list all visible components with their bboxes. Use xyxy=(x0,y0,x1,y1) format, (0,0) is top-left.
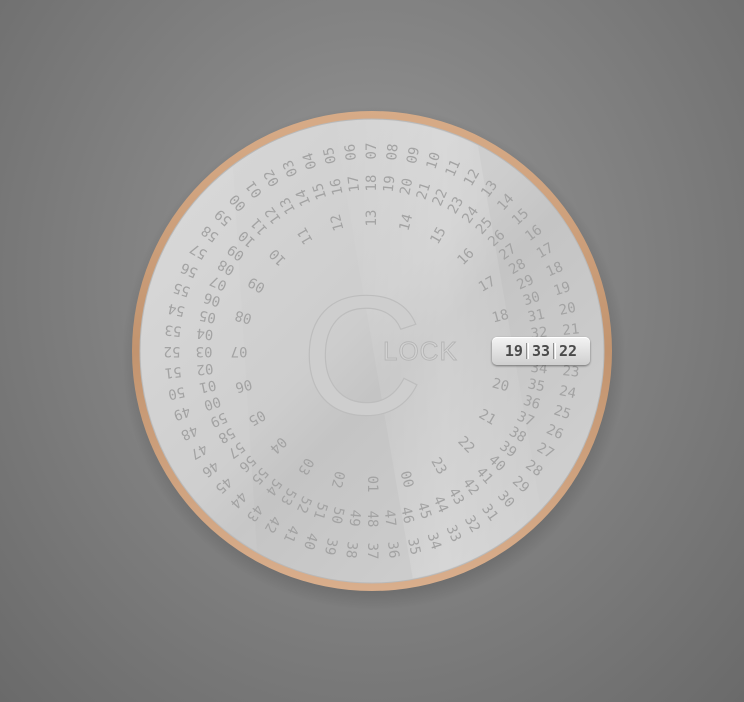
minute-label-16: 16 xyxy=(328,177,347,197)
minute-label-49: 49 xyxy=(346,509,364,527)
second-label-06: 06 xyxy=(342,143,360,161)
minute-label-17: 17 xyxy=(346,175,364,193)
minute-label-47: 47 xyxy=(381,509,399,527)
logo-word: LOCK xyxy=(383,336,458,366)
second-label-37: 37 xyxy=(364,543,380,560)
minute-label-35: 35 xyxy=(526,376,546,395)
minute-label-48: 48 xyxy=(364,511,380,528)
minute-label-50: 50 xyxy=(328,505,347,525)
readout-divider xyxy=(525,343,529,359)
second-label-23: 23 xyxy=(562,363,580,381)
second-label-39: 39 xyxy=(321,537,340,557)
second-label-05: 05 xyxy=(321,145,340,165)
minute-label-18: 18 xyxy=(364,175,380,192)
second-label-50: 50 xyxy=(166,383,186,402)
second-label-52: 52 xyxy=(164,343,181,359)
second-label-24: 24 xyxy=(558,383,578,402)
minute-label-31: 31 xyxy=(526,307,546,326)
second-label-53: 53 xyxy=(164,321,182,339)
seconds-value: 22 xyxy=(559,342,578,360)
second-label-36: 36 xyxy=(384,541,402,559)
minute-label-19: 19 xyxy=(381,175,399,193)
minute-label-03: 03 xyxy=(196,343,213,359)
minute-label-46: 46 xyxy=(397,505,416,525)
hour-label-01: 01 xyxy=(364,476,380,493)
hour-label-13: 13 xyxy=(364,210,380,227)
second-label-51: 51 xyxy=(164,363,182,381)
minute-label-02: 02 xyxy=(196,360,214,378)
hours-value: 19 xyxy=(504,342,523,360)
second-label-35: 35 xyxy=(404,537,423,557)
minute-label-01: 01 xyxy=(198,376,218,395)
clock-stage: 0001020304 05 06 07 08 09 10111213141516171819… xyxy=(122,106,626,610)
second-label-07: 07 xyxy=(364,143,380,160)
second-label-08: 08 xyxy=(384,143,402,161)
time-readout: 19 33 22 xyxy=(492,337,590,365)
second-label-54: 54 xyxy=(166,300,186,319)
second-label-20: 20 xyxy=(558,300,578,319)
minute-label-04: 04 xyxy=(196,325,214,343)
readout-divider xyxy=(553,343,557,359)
minute-label-05: 05 xyxy=(198,307,218,326)
minutes-value: 33 xyxy=(531,342,551,360)
hour-label-07: 07 xyxy=(231,343,248,359)
second-label-38: 38 xyxy=(342,541,360,559)
second-label-09: 09 xyxy=(404,145,423,165)
minute-label-20: 20 xyxy=(397,177,416,197)
